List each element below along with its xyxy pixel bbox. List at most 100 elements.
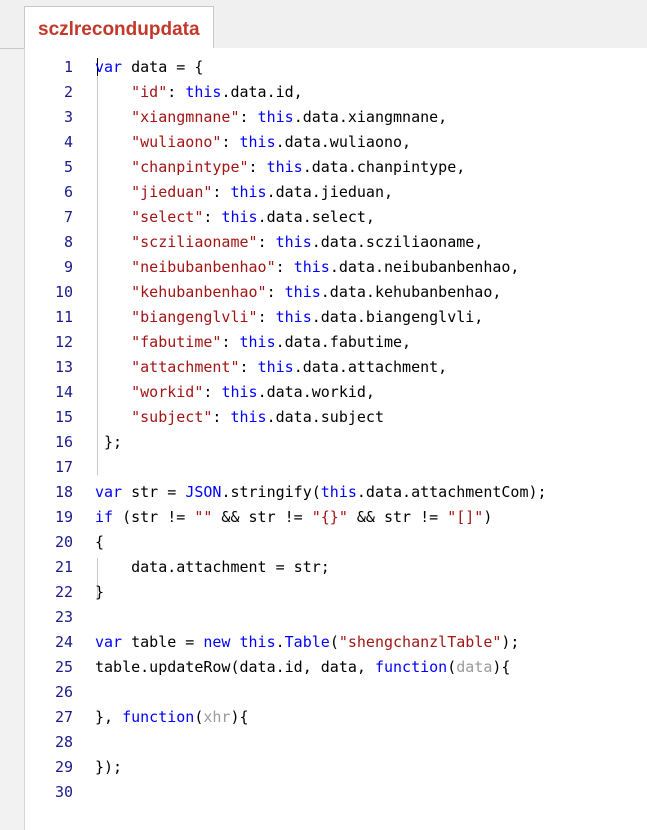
code-token: .data.id, bbox=[221, 83, 303, 101]
line-number: 21 bbox=[54, 558, 73, 576]
line-number: 6 bbox=[63, 183, 73, 201]
code-line: "neibubanbenhao": this.data.neibubanbenh… bbox=[95, 255, 519, 280]
code-token: table = bbox=[122, 633, 204, 651]
line-number: 15 bbox=[54, 408, 73, 426]
code-token: "neibubanbenhao" bbox=[131, 258, 276, 276]
code-token: this bbox=[293, 258, 330, 276]
code-token: "jieduan" bbox=[131, 183, 213, 201]
code-token: ); bbox=[501, 633, 520, 651]
line-number: 12 bbox=[54, 333, 73, 351]
code-token: "kehubanbenhao" bbox=[131, 283, 267, 301]
code-line: "kehubanbenhao": this.data.kehubanbenhao… bbox=[95, 280, 501, 305]
code-line: "jieduan": this.data.jieduan, bbox=[95, 180, 393, 205]
line-number: 26 bbox=[54, 683, 73, 701]
code-token: this bbox=[266, 158, 303, 176]
code-token: "attachment" bbox=[131, 358, 240, 376]
code-token: }); bbox=[95, 758, 123, 776]
code-line: }); bbox=[95, 755, 122, 780]
code-token: : bbox=[248, 158, 267, 176]
code-token: this bbox=[230, 183, 267, 201]
code-token: .data.scziliaoname, bbox=[311, 233, 484, 251]
code-token: "select" bbox=[131, 208, 204, 226]
code-token: : bbox=[275, 258, 294, 276]
line-number: 3 bbox=[63, 108, 73, 126]
code-token: .data.xiangmnane, bbox=[293, 108, 448, 126]
code-token: : bbox=[257, 233, 276, 251]
code-line: var table = new this.Table("shengchanzlT… bbox=[95, 630, 519, 655]
code-token: } bbox=[95, 583, 105, 601]
code-token: this bbox=[257, 108, 294, 126]
code-token: this bbox=[239, 133, 276, 151]
code-token: "fabutime" bbox=[131, 333, 222, 351]
code-token: ( bbox=[329, 633, 339, 651]
code-token: "xiangmnane" bbox=[131, 108, 240, 126]
code-token: var bbox=[95, 483, 123, 501]
code-token: .data.subject bbox=[266, 408, 384, 426]
code-token: "scziliaoname" bbox=[131, 233, 258, 251]
code-line: "select": this.data.select, bbox=[95, 205, 375, 230]
code-token: .data.neibubanbenhao, bbox=[329, 258, 520, 276]
code-token: .data.kehubanbenhao, bbox=[320, 283, 502, 301]
code-token: xhr bbox=[203, 708, 231, 726]
code-token: }, bbox=[95, 708, 123, 726]
code-token: "chanpintype" bbox=[131, 158, 249, 176]
code-line: if (str != "" && str != "{}" && str != "… bbox=[95, 505, 492, 530]
code-line: "chanpintype": this.data.chanpintype, bbox=[95, 155, 465, 180]
line-number: 27 bbox=[54, 708, 73, 726]
code-line: "subject": this.data.subject bbox=[95, 405, 384, 430]
code-token: var bbox=[95, 58, 123, 76]
line-number: 19 bbox=[54, 508, 73, 526]
code-token: data.attachment = str; bbox=[95, 558, 330, 576]
code-editor[interactable]: 1 2 3 4 5 6 7 8 9 10 11 12 13 14 15 16 17 18 19 20 21 22 23 24 2… bbox=[24, 48, 647, 830]
code-token: data = { bbox=[122, 58, 204, 76]
code-token: this bbox=[275, 233, 312, 251]
code-token: function bbox=[374, 658, 448, 676]
code-token: .data.workid, bbox=[257, 383, 375, 401]
code-token: ( bbox=[447, 658, 457, 676]
code-line: { bbox=[95, 530, 104, 555]
code-token: }; bbox=[95, 433, 123, 451]
tab-sczlrecondupdata[interactable]: sczlrecondupdata bbox=[24, 6, 214, 48]
code-line: table.updateRow(data.id, data, function(… bbox=[95, 655, 510, 680]
code-line: "scziliaoname": this.data.scziliaoname, bbox=[95, 230, 483, 255]
line-number: 10 bbox=[54, 283, 73, 301]
code-token: .stringify( bbox=[221, 483, 321, 501]
code-token: .data.chanpintype, bbox=[302, 158, 466, 176]
line-number: 4 bbox=[63, 133, 73, 151]
line-number: 25 bbox=[54, 658, 73, 676]
code-token: this bbox=[185, 83, 222, 101]
code-token: . bbox=[275, 633, 285, 651]
code-token: ){ bbox=[492, 658, 511, 676]
line-number: 8 bbox=[63, 233, 73, 251]
line-number: 17 bbox=[54, 458, 73, 476]
line-number: 2 bbox=[63, 83, 73, 101]
line-number: 9 bbox=[63, 258, 73, 276]
code-line: var str = JSON.stringify(this.data.attac… bbox=[95, 480, 547, 505]
left-margin-bar bbox=[0, 0, 24, 830]
code-token: function bbox=[122, 708, 195, 726]
code-line: }; bbox=[95, 430, 122, 455]
line-number: 29 bbox=[54, 758, 73, 776]
tab-bar: sczlrecondupdata bbox=[0, 0, 647, 49]
code-token: this bbox=[221, 383, 258, 401]
code-line: "xiangmnane": this.data.xiangmnane, bbox=[95, 105, 447, 130]
code-token: : bbox=[221, 133, 240, 151]
line-number: 1 bbox=[63, 58, 73, 76]
code-token: : bbox=[167, 83, 186, 101]
code-token: this bbox=[284, 283, 321, 301]
code-token: "subject" bbox=[131, 408, 213, 426]
code-token: : bbox=[239, 108, 258, 126]
line-number: 7 bbox=[63, 208, 73, 226]
code-token: (str != bbox=[113, 508, 195, 526]
code-token: this bbox=[239, 333, 276, 351]
code-line: "fabutime": this.data.fabutime, bbox=[95, 330, 411, 355]
tab-label: sczlrecondupdata bbox=[38, 19, 200, 40]
code-token: .data.biangenglvli, bbox=[311, 308, 484, 326]
code-token: if bbox=[95, 508, 114, 526]
